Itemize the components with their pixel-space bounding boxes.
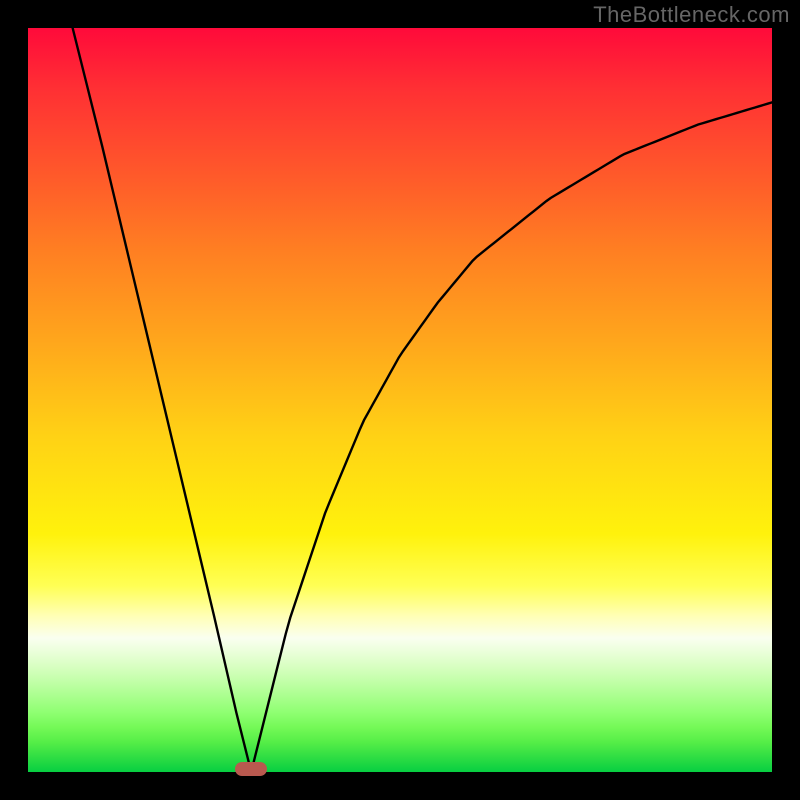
curve-right-branch — [251, 102, 772, 772]
bottleneck-curve — [28, 28, 772, 772]
curve-left-branch — [73, 28, 252, 772]
watermark-text: TheBottleneck.com — [593, 2, 790, 28]
plot-area — [28, 28, 772, 772]
minimum-marker — [235, 762, 267, 776]
chart-container: TheBottleneck.com — [0, 0, 800, 800]
